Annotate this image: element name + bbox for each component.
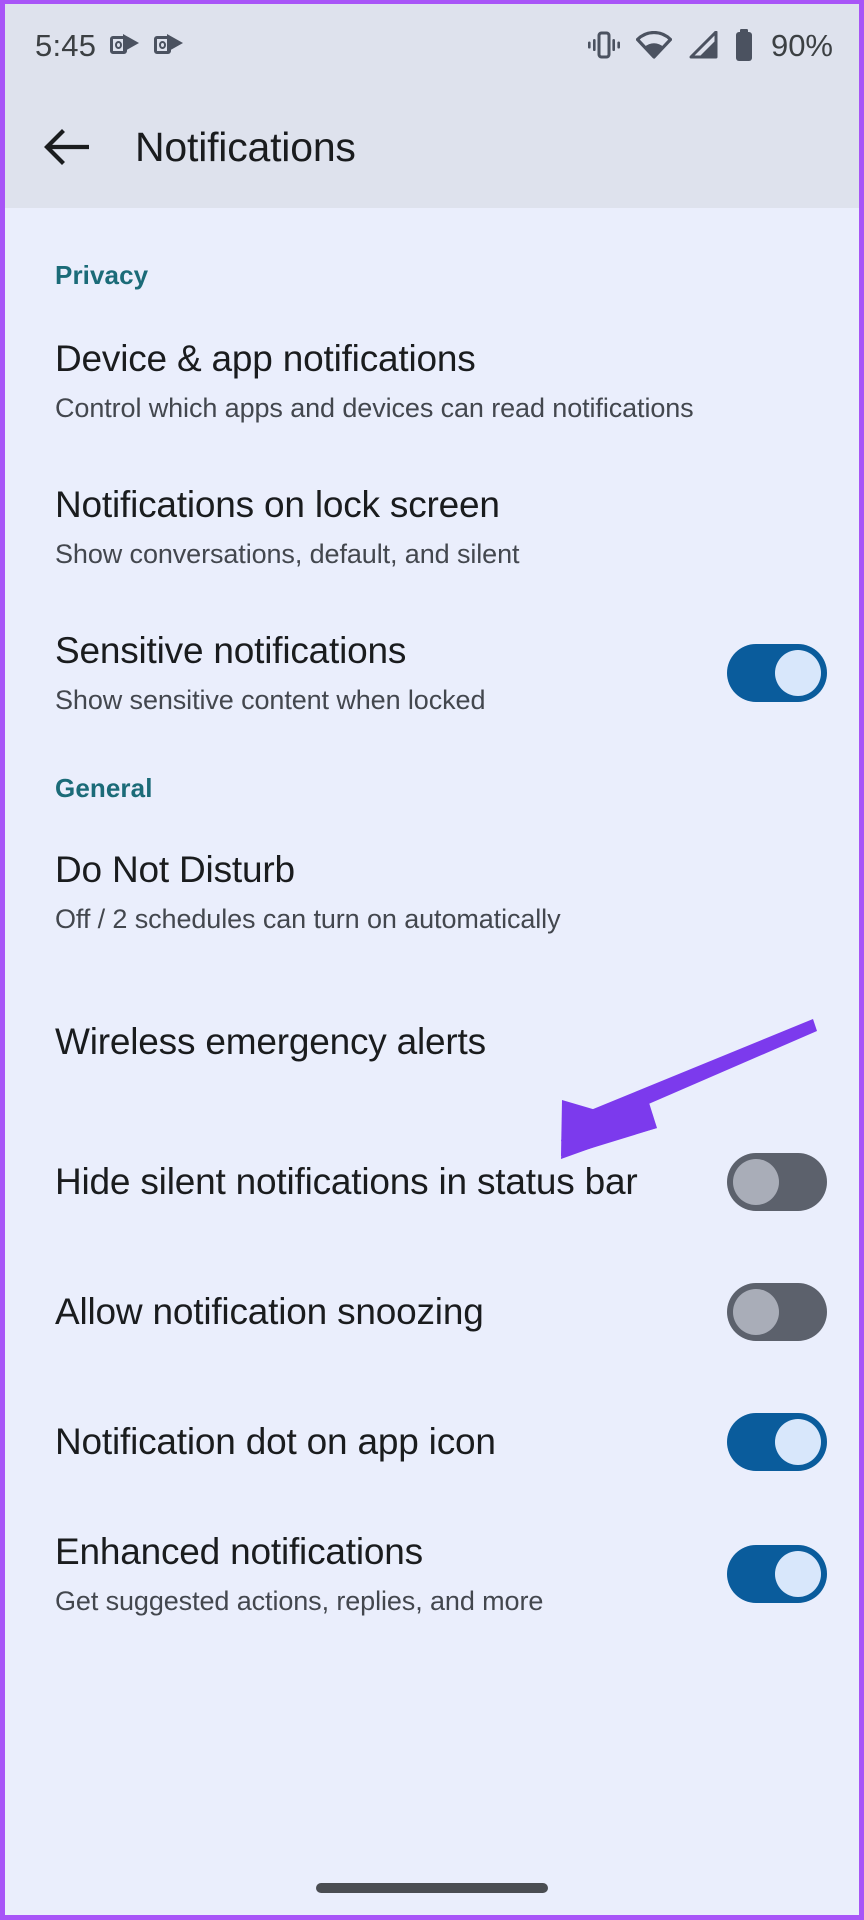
wifi-icon	[635, 31, 672, 59]
setting-row-device-app-notifications[interactable]: Device & app notifications Control which…	[5, 333, 859, 429]
setting-summary: Show conversations, default, and silent	[55, 539, 520, 570]
setting-text: Notifications on lock screen Show conver…	[55, 483, 827, 570]
toggle-knob	[775, 1419, 821, 1465]
app-bar: Notifications	[5, 86, 859, 208]
setting-row-notifications-on-lock-screen[interactable]: Notifications on lock screen Show conver…	[5, 479, 859, 575]
setting-summary: Control which apps and devices can read …	[55, 393, 694, 424]
outlook-icon	[154, 33, 184, 57]
setting-text: Wireless emergency alerts	[55, 1020, 827, 1064]
status-bar-left: 5:45	[35, 30, 184, 61]
setting-title: Sensitive notifications	[55, 630, 407, 672]
section-header-privacy: Privacy	[55, 260, 149, 290]
outlook-icon	[110, 33, 140, 57]
setting-title: Notification dot on app icon	[55, 1421, 496, 1463]
setting-text: Hide silent notifications in status bar	[55, 1160, 727, 1204]
home-indicator[interactable]	[316, 1883, 548, 1893]
cellular-signal-icon	[687, 31, 719, 59]
section-header-general: General	[55, 773, 153, 803]
back-arrow-icon	[43, 127, 89, 167]
setting-title: Hide silent notifications in status bar	[55, 1161, 638, 1203]
setting-row-allow-notification-snoozing[interactable]: Allow notification snoozing	[5, 1264, 859, 1360]
toggle-knob	[775, 1551, 821, 1597]
setting-row-do-not-disturb[interactable]: Do Not Disturb Off / 2 schedules can tur…	[5, 844, 859, 940]
setting-title: Allow notification snoozing	[55, 1291, 484, 1333]
page-title: Notifications	[135, 123, 356, 170]
settings-list[interactable]: Privacy Device & app notifications Contr…	[5, 208, 859, 1915]
setting-row-notification-dot-on-app-icon[interactable]: Notification dot on app icon	[5, 1394, 859, 1490]
phone-screen: 5:45 90% Notifications Privacy Device & …	[0, 0, 864, 1920]
setting-title: Wireless emergency alerts	[55, 1021, 486, 1063]
toggle-allow-notification-snoozing[interactable]	[727, 1283, 827, 1341]
toggle-knob	[775, 650, 821, 696]
toggle-knob	[733, 1159, 779, 1205]
status-bar-clock: 5:45	[35, 27, 97, 63]
setting-row-wireless-emergency-alerts[interactable]: Wireless emergency alerts	[5, 994, 859, 1090]
setting-text: Notification dot on app icon	[55, 1420, 727, 1464]
setting-text: Enhanced notifications Get suggested act…	[55, 1530, 727, 1617]
back-button[interactable]	[35, 116, 97, 178]
setting-title: Notifications on lock screen	[55, 484, 500, 526]
setting-title: Device & app notifications	[55, 338, 476, 380]
setting-row-hide-silent-notifications[interactable]: Hide silent notifications in status bar	[5, 1134, 859, 1230]
toggle-sensitive-notifications[interactable]	[727, 644, 827, 702]
setting-title: Enhanced notifications	[55, 1531, 423, 1573]
setting-text: Sensitive notifications Show sensitive c…	[55, 629, 727, 716]
setting-row-enhanced-notifications[interactable]: Enhanced notifications Get suggested act…	[5, 1526, 859, 1622]
navigation-bar	[5, 1883, 859, 1893]
toggle-hide-silent-notifications[interactable]	[727, 1153, 827, 1211]
toggle-knob	[733, 1289, 779, 1335]
toggle-enhanced-notifications[interactable]	[727, 1545, 827, 1603]
battery-icon	[734, 29, 754, 61]
setting-summary: Get suggested actions, replies, and more	[55, 1586, 544, 1617]
status-bar-right: 90%	[587, 29, 833, 61]
setting-title: Do Not Disturb	[55, 849, 295, 891]
setting-row-sensitive-notifications[interactable]: Sensitive notifications Show sensitive c…	[5, 625, 859, 721]
status-bar: 5:45 90%	[5, 4, 859, 86]
battery-percent-label: 90%	[770, 27, 833, 63]
toggle-notification-dot-on-app-icon[interactable]	[727, 1413, 827, 1471]
setting-text: Device & app notifications Control which…	[55, 337, 827, 424]
setting-text: Do Not Disturb Off / 2 schedules can tur…	[55, 848, 827, 935]
vibrate-icon	[587, 30, 621, 60]
setting-text: Allow notification snoozing	[55, 1290, 727, 1334]
setting-summary: Show sensitive content when locked	[55, 685, 486, 716]
setting-summary: Off / 2 schedules can turn on automatica…	[55, 904, 561, 935]
